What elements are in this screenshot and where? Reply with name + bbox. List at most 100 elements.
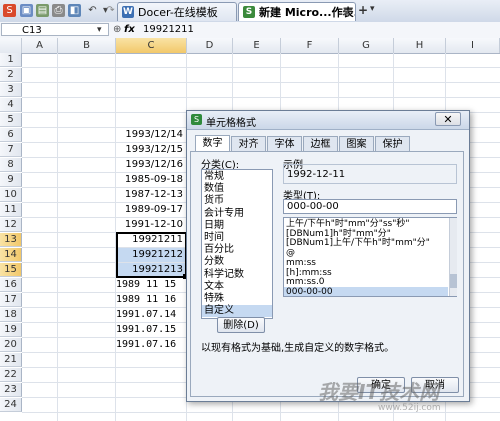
dialog-title-bar[interactable]: S 单元格格式 ✕ [187,111,469,130]
category-list[interactable]: 常规 数值 货币 会计专用 日期 时间 百分比 分数 科学记数 文本 特殊 自定义 [201,169,273,319]
gridline [22,67,500,68]
row-header-14[interactable]: 14 [0,248,22,262]
type-list-item[interactable]: [h]:mm:ss [284,268,448,278]
type-list-item[interactable]: [DBNum1]上午/下午h"时"mm"分" [284,238,448,248]
row-header-11[interactable]: 11 [0,203,22,217]
category-item[interactable]: 科学记数 [202,269,272,281]
dialog-tab-5[interactable]: 保护 [375,136,410,151]
category-item[interactable]: 百分比 [202,244,272,256]
cell-c11[interactable]: 1989-09-17 [116,203,186,217]
row-header-15[interactable]: 15 [0,263,22,277]
print-icon[interactable]: ⎙ [52,4,65,17]
row-header-7[interactable]: 7 [0,143,22,157]
row-header-5[interactable]: 5 [0,113,22,127]
category-item[interactable]: 会计专用 [202,208,272,220]
column-header-i[interactable]: I [446,38,500,53]
row-header-24[interactable]: 24 [0,398,22,412]
cell-c10[interactable]: 1987-12-13 [116,188,186,202]
cell-c18[interactable]: 1991.07.14 [116,308,186,322]
cell-c17[interactable]: 1989 11 16 [116,293,186,307]
redo-icon[interactable]: ↷ [104,4,117,17]
formula-value[interactable]: 19921211 [143,24,194,35]
cell-c20[interactable]: 1991.07.16 [116,338,186,352]
row-header-18[interactable]: 18 [0,308,22,322]
row-header-13[interactable]: 13 [0,233,22,247]
open-icon[interactable]: ▤ [36,4,49,17]
name-box-dropdown-icon[interactable]: ▾ [97,25,102,35]
delete-button[interactable]: 删除(D) [217,317,265,333]
tab-docer[interactable]: W Docer-在线模板 [117,2,237,21]
type-list-scrollbar[interactable] [449,218,457,296]
category-item[interactable]: 特殊 [202,293,272,305]
cell-c12[interactable]: 1991-12-10 [116,218,186,232]
column-header-c[interactable]: C [116,38,187,53]
row-header-20[interactable]: 20 [0,338,22,352]
column-header-row: ABCDEFGHI [0,38,500,54]
cell-c8[interactable]: 1993/12/16 [116,158,186,172]
row-header-10[interactable]: 10 [0,188,22,202]
category-item[interactable]: 文本 [202,281,272,293]
row-header-21[interactable]: 21 [0,353,22,367]
tab-workbook[interactable]: S 新建 Micro...作表.xls * × [238,2,356,21]
type-list-item[interactable]: mm:ss.0 [284,277,448,287]
dialog-tab-0[interactable]: 数字 [195,135,230,152]
name-box[interactable]: C13 [1,23,109,36]
preview-icon[interactable]: ◧ [68,4,81,17]
row-header-12[interactable]: 12 [0,218,22,232]
column-header-a[interactable]: A [22,38,58,53]
category-item[interactable]: 数值 [202,183,272,195]
type-list-item[interactable]: 000-00-00 [284,286,448,296]
row-header-17[interactable]: 17 [0,293,22,307]
zoom-icon[interactable]: ⊕ [113,24,121,35]
cell-c6[interactable]: 1993/12/14 [116,128,186,142]
type-list-item[interactable]: 上午/下午h"时"mm"分"ss"秒" [284,219,448,229]
app-logo-icon[interactable]: S [3,4,16,17]
cell-c16[interactable]: 1989 11 15 [116,278,186,292]
row-header-23[interactable]: 23 [0,383,22,397]
row-header-16[interactable]: 16 [0,278,22,292]
cell-c9[interactable]: 1985-09-18 [116,173,186,187]
new-tab-dropdown-icon[interactable]: ▾ [370,4,375,14]
row-header-4[interactable]: 4 [0,98,22,112]
row-header-22[interactable]: 22 [0,368,22,382]
category-item[interactable]: 货币 [202,195,272,207]
row-header-3[interactable]: 3 [0,83,22,97]
type-input[interactable]: 000-00-00 [283,199,457,214]
category-item[interactable]: 日期 [202,220,272,232]
type-list-item[interactable]: @ [284,248,448,258]
row-header-2[interactable]: 2 [0,68,22,82]
new-tab-button[interactable]: + [358,3,368,17]
select-all-corner[interactable] [0,38,22,53]
column-header-e[interactable]: E [233,38,281,53]
dialog-app-icon: S [191,114,202,125]
fx-icon[interactable]: fx [124,24,135,35]
row-header-1[interactable]: 1 [0,53,22,67]
dialog-tab-1[interactable]: 对齐 [231,136,266,151]
category-item[interactable]: 常规 [202,171,272,183]
scrollbar-thumb[interactable] [450,274,457,288]
save-icon[interactable]: ▣ [20,4,33,17]
row-header-19[interactable]: 19 [0,323,22,337]
row-header-6[interactable]: 6 [0,128,22,142]
close-tab-icon[interactable]: × [342,3,351,21]
dialog-tab-2[interactable]: 字体 [267,136,302,151]
row-header-8[interactable]: 8 [0,158,22,172]
type-list[interactable]: 上午/下午h"时"mm"分"ss"秒" [DBNum1]h"时"mm"分" [DBN… [283,217,457,297]
category-item[interactable]: 时间 [202,232,272,244]
type-list-item[interactable]: mm:ss [284,258,448,268]
column-header-b[interactable]: B [58,38,116,53]
undo-icon[interactable]: ↶ [86,4,99,17]
dialog-tab-4[interactable]: 图案 [339,136,374,151]
cell-c7[interactable]: 1993/12/15 [116,143,186,157]
selection-border [116,232,187,278]
column-header-g[interactable]: G [339,38,394,53]
dialog-close-icon[interactable]: ✕ [435,112,461,126]
category-item[interactable]: 分数 [202,256,272,268]
category-item[interactable]: 自定义 [202,305,272,318]
column-header-f[interactable]: F [281,38,339,53]
column-header-h[interactable]: H [394,38,446,53]
cell-c19[interactable]: 1991.07.15 [116,323,186,337]
column-header-d[interactable]: D [187,38,233,53]
row-header-9[interactable]: 9 [0,173,22,187]
dialog-tab-3[interactable]: 边框 [303,136,338,151]
